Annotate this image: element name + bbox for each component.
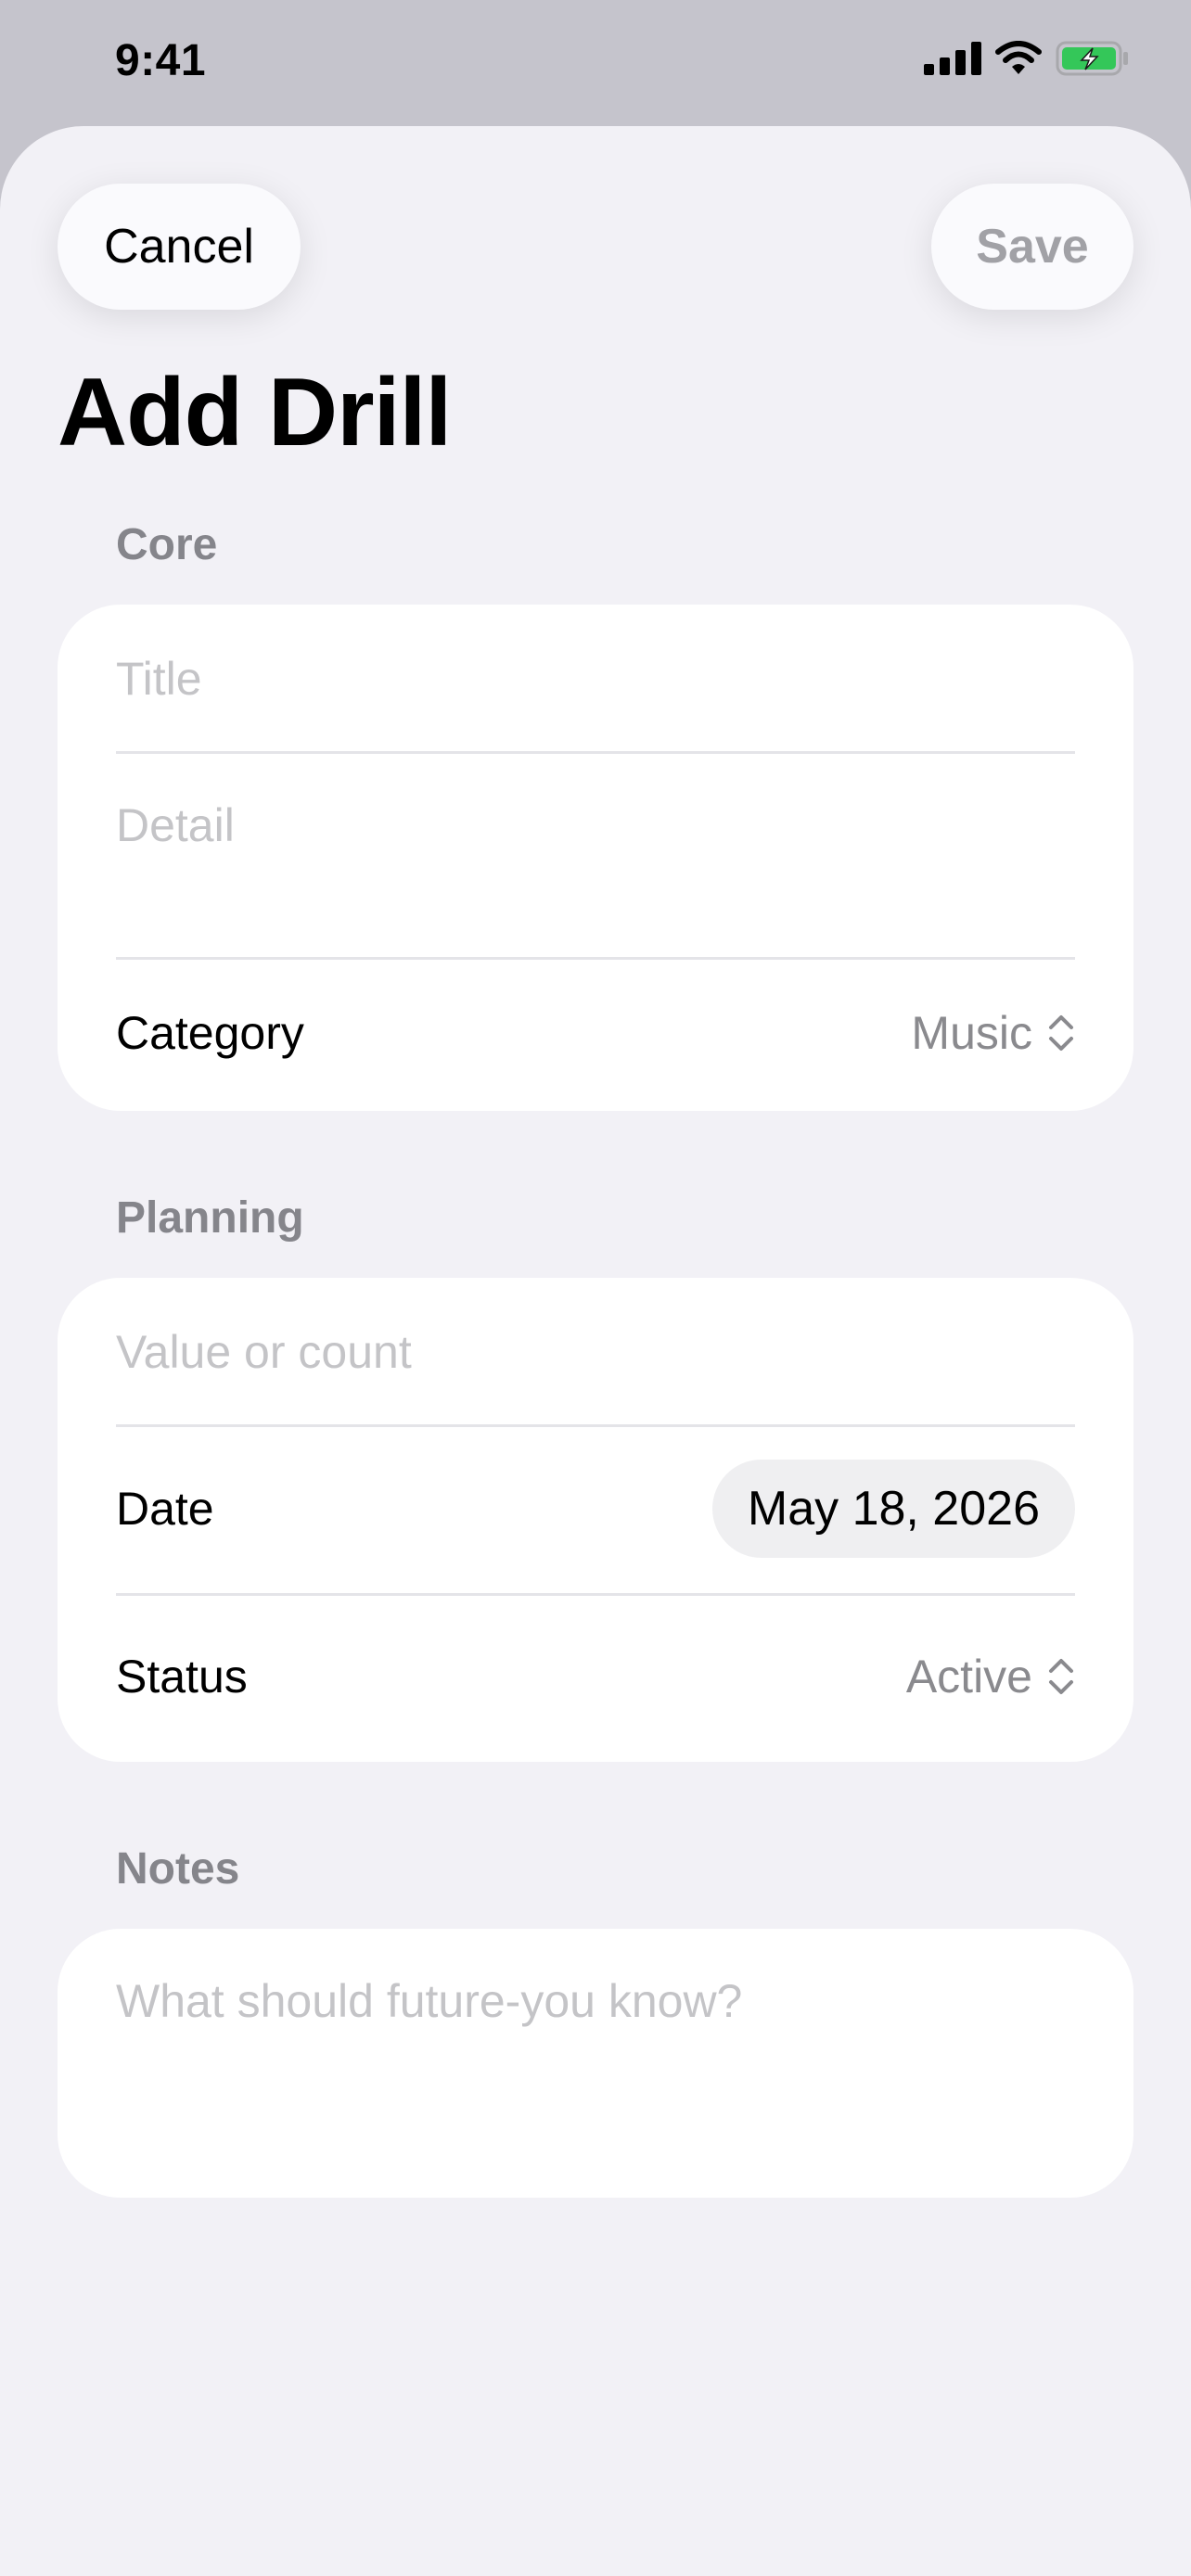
divider	[116, 751, 1075, 754]
detail-field[interactable]: Detail	[116, 779, 1075, 872]
section-header-core: Core	[116, 520, 218, 569]
page-title: Add Drill	[58, 359, 452, 466]
status-value: Active	[905, 1651, 1032, 1702]
divider	[116, 1424, 1075, 1427]
planning-card: Value or count Date May 18, 2026 Status …	[58, 1278, 1133, 1762]
section-header-notes: Notes	[116, 1844, 240, 1894]
chevron-up-down-icon	[1049, 1015, 1073, 1051]
status-row[interactable]: Status Active	[116, 1630, 1075, 1723]
save-button[interactable]: Save	[931, 184, 1133, 310]
status-time: 9:41	[115, 36, 207, 85]
cancel-button[interactable]: Cancel	[58, 184, 301, 310]
date-picker-button[interactable]: May 18, 2026	[711, 1460, 1075, 1558]
detail-placeholder: Detail	[116, 799, 235, 851]
notes-field[interactable]: What should future-you know?	[116, 1955, 1075, 2047]
title-placeholder: Title	[116, 653, 202, 705]
category-picker[interactable]: Music	[911, 1006, 1075, 1060]
status-icons	[924, 41, 1130, 76]
value-placeholder: Value or count	[116, 1326, 412, 1378]
divider	[116, 1593, 1075, 1596]
value-field[interactable]: Value or count	[116, 1306, 1075, 1398]
battery-charging-icon	[1056, 41, 1128, 76]
date-label: Date	[116, 1483, 214, 1535]
divider	[116, 957, 1075, 960]
wifi-icon	[995, 41, 1042, 74]
notes-placeholder: What should future-you know?	[116, 1975, 743, 2027]
chevron-up-down-icon	[1049, 1659, 1073, 1694]
status-bar: 9:41	[0, 0, 1191, 126]
category-row[interactable]: Category Music	[116, 987, 1075, 1079]
section-header-planning: Planning	[116, 1193, 304, 1243]
category-label: Category	[116, 1007, 304, 1059]
cellular-signal-icon	[924, 42, 981, 75]
add-drill-sheet: Cancel Save Add Drill Core Title Detail …	[0, 126, 1191, 2576]
status-picker[interactable]: Active	[906, 1650, 1075, 1703]
status-label: Status	[116, 1651, 248, 1702]
core-card: Title Detail Category Music	[58, 605, 1133, 1111]
date-row: Date May 18, 2026	[116, 1441, 1075, 1576]
title-field[interactable]: Title	[116, 632, 1075, 725]
notes-card[interactable]: What should future-you know?	[58, 1929, 1133, 2198]
category-value: Music	[911, 1007, 1032, 1059]
